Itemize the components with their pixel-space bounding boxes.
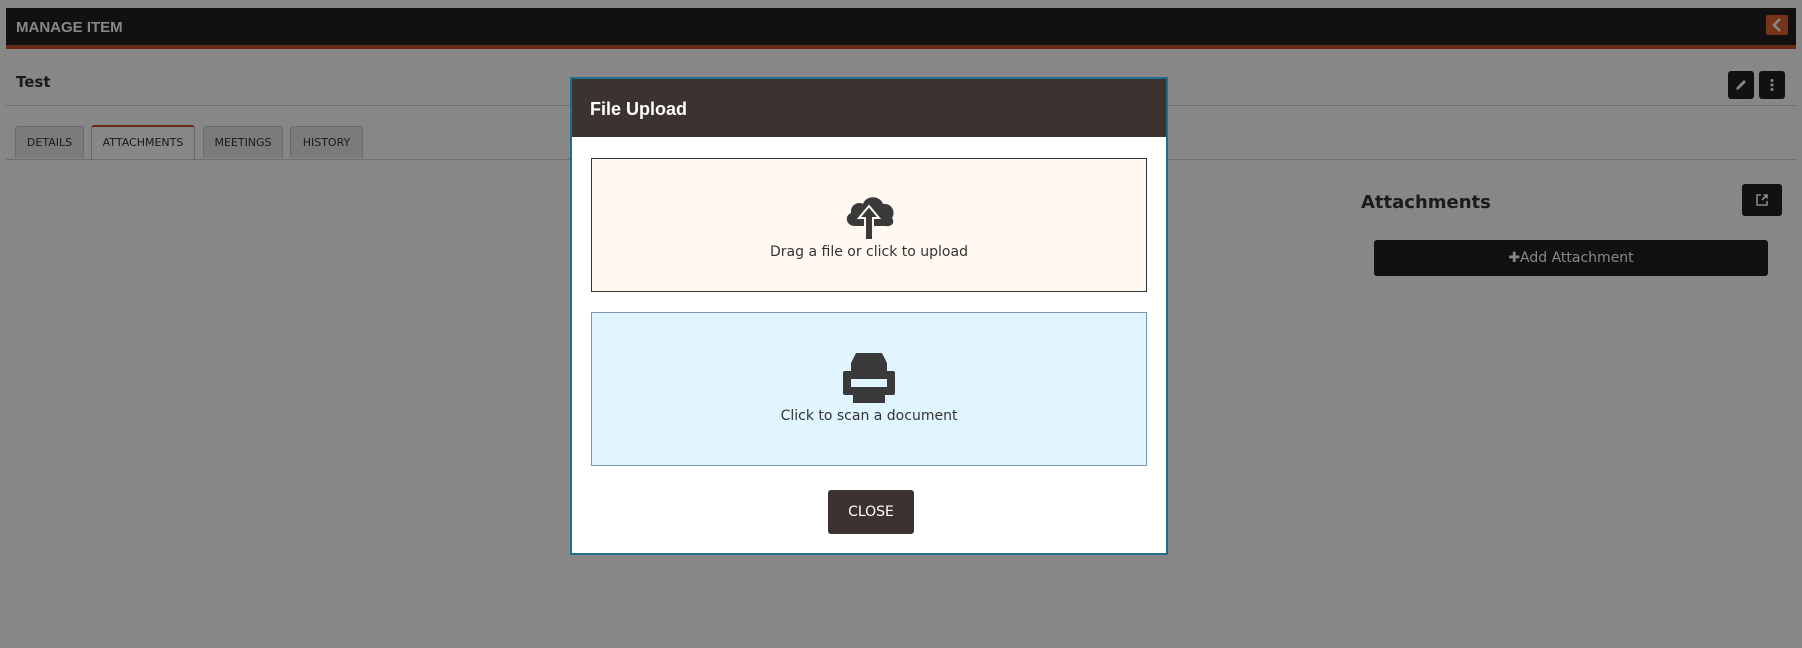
scan-text: Click to scan a document (780, 408, 958, 424)
upload-text: Drag a file or click to upload (770, 244, 968, 260)
close-button[interactable]: CLOSE (828, 490, 914, 534)
upload-dropzone[interactable]: Drag a file or click to upload (591, 158, 1147, 292)
cloud-upload-icon (846, 197, 894, 240)
scan-dropzone[interactable]: Click to scan a document (591, 312, 1147, 466)
printer-icon (843, 353, 895, 403)
modal-title: File Upload (590, 99, 688, 119)
modal-header: File Upload (572, 79, 1166, 137)
file-upload-modal: File Upload Drag a file or click to uplo… (570, 77, 1168, 555)
